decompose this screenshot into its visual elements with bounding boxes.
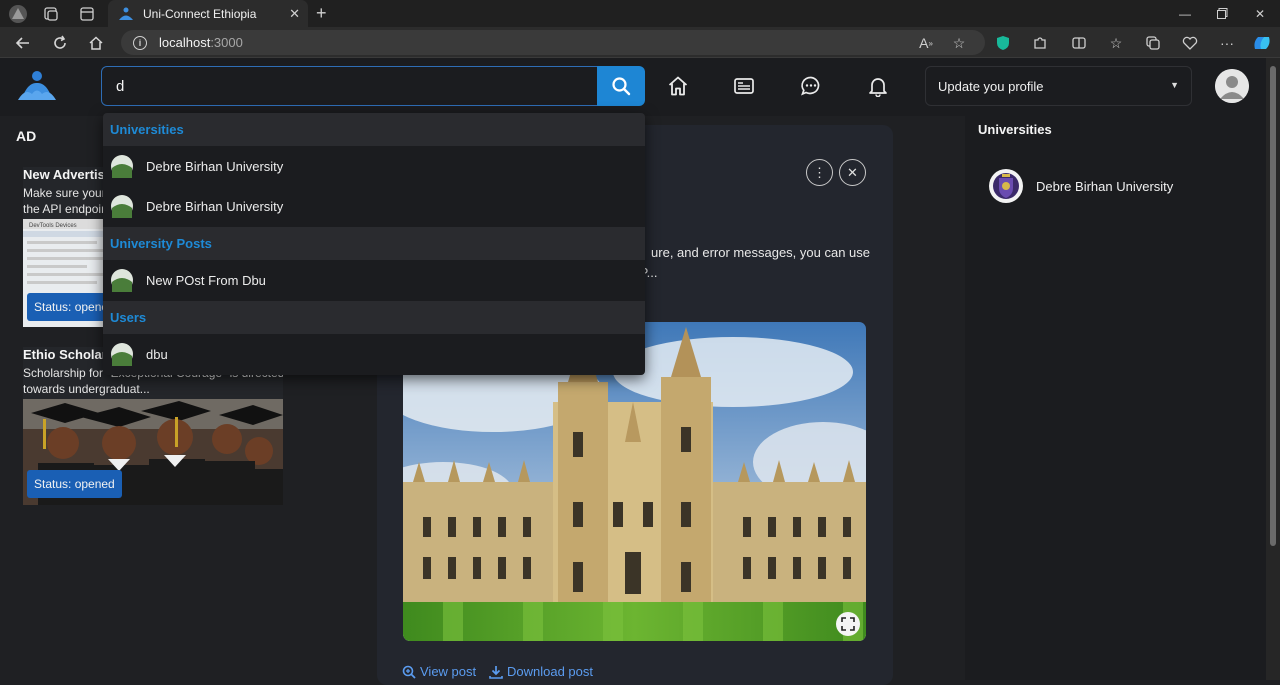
svg-text:DevTools Devices: DevTools Devices: [29, 223, 77, 229]
collections-bar-icon[interactable]: [1142, 32, 1164, 54]
favorites-icon[interactable]: ☆: [1105, 32, 1127, 54]
search-result-label: New POst From Dbu: [146, 272, 266, 288]
search-result-label: Debre Birhan University: [146, 198, 284, 214]
news-nav-icon[interactable]: [731, 73, 757, 99]
notifications-bell-icon[interactable]: [865, 73, 891, 99]
ad-description-line: towards undergraduat...: [23, 382, 150, 396]
profile-icon[interactable]: [8, 4, 28, 24]
download-post-label: Download post: [507, 664, 593, 679]
download-post-link[interactable]: Download post: [489, 664, 593, 679]
search-results-dropdown: Universities Debre Birhan University Deb…: [103, 113, 645, 375]
section-header-university-posts: University Posts: [103, 227, 645, 260]
read-aloud-icon[interactable]: A»: [915, 32, 937, 54]
search-result-label: Debre Birhan University: [146, 158, 284, 174]
download-icon: [489, 665, 503, 679]
search-result-label: dbu: [146, 346, 168, 362]
tab-actions-icon[interactable]: [78, 5, 96, 23]
home-nav-icon[interactable]: [665, 73, 691, 99]
result-thumbnail-icon: [111, 343, 133, 366]
tab-favicon-icon: [119, 7, 133, 20]
copilot-icon[interactable]: [1251, 32, 1273, 54]
url-port: :3000: [210, 35, 243, 50]
result-thumbnail-icon: [111, 195, 133, 218]
site-info-icon[interactable]: i: [133, 35, 147, 50]
university-list-item[interactable]: Debre Birhan University: [988, 166, 1173, 206]
messages-nav-icon[interactable]: [798, 73, 824, 99]
post-options-icon[interactable]: ⋮: [806, 159, 833, 186]
minimize-icon[interactable]: —: [1165, 0, 1205, 27]
result-thumbnail-icon: [111, 269, 133, 292]
expand-image-icon[interactable]: [836, 612, 860, 636]
url-field[interactable]: i localhost:3000: [121, 30, 985, 55]
home-browser-icon[interactable]: [85, 32, 107, 54]
close-post-icon[interactable]: ✕: [839, 159, 866, 186]
universities-title: Universities: [978, 122, 1052, 137]
tab-title: Uni-Connect Ethiopia: [143, 6, 257, 21]
extensions-icon[interactable]: [1029, 32, 1051, 54]
back-icon[interactable]: [12, 32, 34, 54]
address-bar: i localhost:3000 A» ☆ ☆ ···: [0, 27, 1280, 58]
app-root: d Update you profile ▼ AD New Advertis M…: [0, 58, 1266, 685]
search-input-value: d: [116, 77, 125, 95]
university-seal-icon: [989, 169, 1023, 203]
status-badge: Status: opene: [27, 293, 116, 321]
collections-icon[interactable]: [42, 5, 60, 23]
profile-select-value: Update you profile: [938, 78, 1044, 94]
app-header: d Update you profile ▼: [0, 58, 1266, 116]
search-result-university[interactable]: Debre Birhan University: [103, 146, 645, 186]
user-avatar[interactable]: [1215, 69, 1249, 103]
refresh-icon[interactable]: [49, 32, 71, 54]
more-menu-icon[interactable]: ···: [1216, 32, 1238, 54]
close-tab-icon[interactable]: ✕: [289, 6, 300, 22]
new-tab-icon[interactable]: +: [316, 3, 327, 24]
browser-essentials-icon[interactable]: [1179, 32, 1201, 54]
chevron-down-icon: ▼: [1170, 80, 1179, 90]
scrollbar-thumb[interactable]: [1270, 66, 1276, 546]
section-header-users: Users: [103, 301, 645, 334]
zoom-icon: [402, 665, 416, 679]
search-button[interactable]: [597, 66, 645, 106]
view-post-link[interactable]: View post: [402, 664, 476, 679]
ads-title: AD: [16, 128, 37, 144]
search-result-post[interactable]: New POst From Dbu: [103, 260, 645, 300]
search-input[interactable]: d: [101, 66, 598, 106]
browser-tab-bar: Uni-Connect Ethiopia ✕ + — ✕: [0, 0, 1280, 27]
search-result-user[interactable]: dbu: [103, 334, 645, 374]
page-scrollbar[interactable]: [1266, 58, 1280, 680]
active-tab[interactable]: Uni-Connect Ethiopia ✕: [108, 0, 308, 27]
status-badge: Status: opened: [27, 470, 122, 498]
search-icon: [612, 77, 631, 96]
maximize-icon[interactable]: [1202, 0, 1242, 27]
profile-select[interactable]: Update you profile ▼: [925, 66, 1192, 106]
url-host: localhost: [159, 35, 211, 50]
shield-extension-icon[interactable]: [992, 32, 1014, 54]
close-window-icon[interactable]: ✕: [1240, 0, 1280, 27]
university-name: Debre Birhan University: [1036, 178, 1174, 194]
favorite-star-icon[interactable]: ☆: [948, 32, 970, 54]
result-thumbnail-icon: [111, 155, 133, 178]
split-screen-icon[interactable]: [1068, 32, 1090, 54]
app-logo[interactable]: [16, 70, 58, 102]
section-header-universities: Universities: [103, 113, 645, 146]
search-result-university[interactable]: Debre Birhan University: [103, 186, 645, 226]
view-post-label: View post: [420, 664, 477, 679]
